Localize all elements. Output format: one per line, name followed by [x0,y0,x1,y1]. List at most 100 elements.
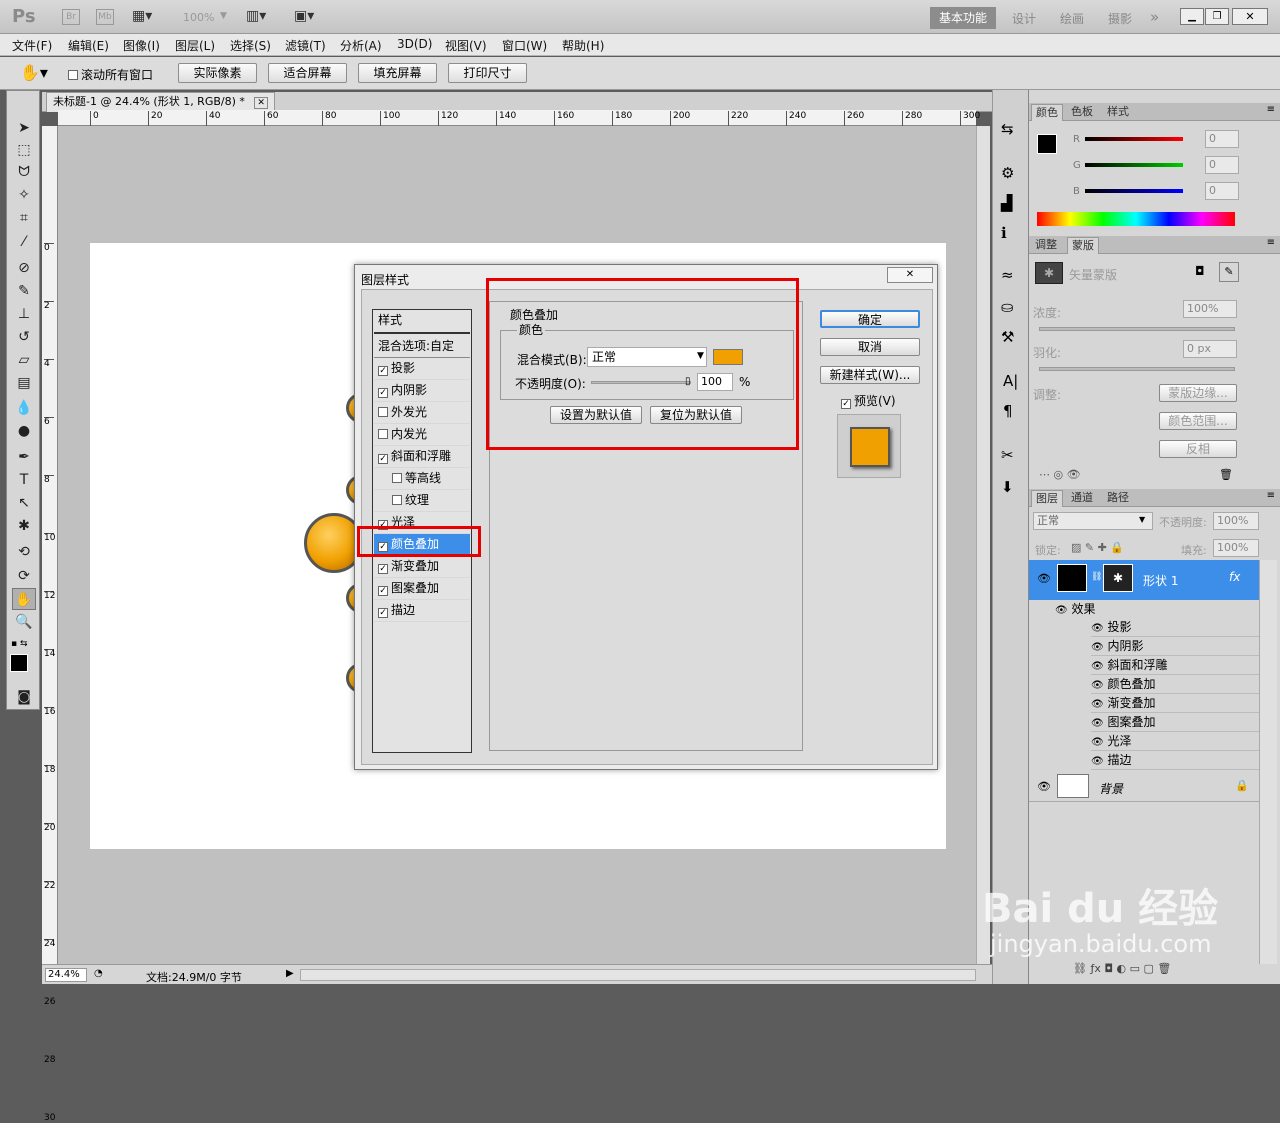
type-tool-icon[interactable]: T [12,469,36,491]
status-menu-arrow-icon[interactable]: ▶ [286,968,294,979]
quick-mask-icon[interactable]: ◙ [12,686,36,708]
checkbox-icon[interactable]: ✓ [378,608,388,618]
tab-paths[interactable]: 路径 [1103,490,1133,507]
shape-tool-icon[interactable]: ✱ [12,515,36,537]
tab-masks[interactable]: 蒙版 [1067,237,1099,254]
style-item-gradient-overlay[interactable]: ✓ 渐变叠加 [374,556,470,578]
eyedropper-icon[interactable]: ⁄ [12,231,36,253]
workspace-photography[interactable]: 摄影 [1108,10,1132,27]
menu-3d[interactable]: 3D(D) [397,37,432,51]
cancel-button[interactable]: 取消 [820,338,920,356]
crop-tool-icon[interactable]: ⌗ [12,207,36,229]
checkbox-icon[interactable] [378,407,388,417]
menu-window[interactable]: 窗口(W) [502,37,547,54]
preview-checkbox[interactable]: ✓ 预览(V) [841,392,896,409]
eye-icon[interactable]: 👁 [1037,572,1051,585]
workspace-essentials[interactable]: 基本功能 [930,7,996,29]
layer-row-shape[interactable]: 👁 ⛓ ✱ 形状 1 fx [1029,560,1259,600]
channel-r-value[interactable]: 0 [1205,130,1239,148]
hand-tool-icon[interactable]: ✋▾ [20,63,48,82]
stamp-tool-icon[interactable]: ⊥ [12,303,36,325]
history-icon[interactable]: ⇆ [1001,120,1014,138]
delete-mask-icon[interactable]: 🗑 [1219,468,1233,481]
fill-screen-button[interactable]: 填充屏幕 [358,63,437,83]
style-item-outer-glow[interactable]: 外发光 [374,402,470,424]
effect-row[interactable]: 👁 斜面和浮雕 [1091,656,1259,675]
mask-selection-icon[interactable]: ⋯ ◎ 👁 [1039,468,1081,481]
tool-presets-icon[interactable]: ⚒ [1001,328,1014,346]
3d-orbit-icon[interactable]: ⟳ [12,565,36,587]
character-icon[interactable]: A| [1003,372,1018,390]
mini-bridge-icon[interactable]: Mb [96,9,114,25]
vector-mask-icon[interactable]: ✎ [1219,262,1239,282]
tab-layers[interactable]: 图层 [1031,490,1063,507]
layer-blend-mode-select[interactable]: 正常 [1033,512,1153,530]
default-colors-icon[interactable]: ▪ ⇆ [11,639,28,649]
channel-b-slider[interactable] [1085,189,1183,193]
panel-menu-icon[interactable]: ≡ [1267,237,1275,248]
new-style-button[interactable]: 新建样式(W)... [820,366,920,384]
layer-opacity-field[interactable]: 100% [1213,512,1259,530]
pixel-mask-icon[interactable]: ◘ [1195,264,1205,278]
density-field[interactable]: 100% [1183,300,1237,318]
eraser-tool-icon[interactable]: ▱ [12,349,36,371]
style-item-stroke[interactable]: ✓ 描边 [374,600,470,622]
marquee-tool-icon[interactable]: ⬚ [12,139,36,161]
ok-button[interactable]: 确定 [820,310,920,328]
feather-field[interactable]: 0 px [1183,340,1237,358]
brush-tool-icon[interactable]: ✎ [12,280,36,302]
effect-row[interactable]: 👁 投影 [1091,618,1259,637]
document-tab[interactable]: 未标题-1 @ 24.4% (形状 1, RGB/8) * ✕ [46,92,275,112]
lock-icons[interactable]: ▨ ✎ ✚ 🔒 [1071,541,1124,554]
eye-icon[interactable]: 👁 [1091,661,1104,672]
arrange-documents-icon[interactable]: ▥▾ [246,8,266,24]
print-size-button[interactable]: 打印尺寸 [448,63,527,83]
channel-g-value[interactable]: 0 [1205,156,1239,174]
scroll-all-windows-checkbox[interactable]: 滚动所有窗口 [68,66,153,83]
blur-tool-icon[interactable]: 💧 [12,397,36,419]
healing-brush-icon[interactable]: ⊘ [12,257,36,279]
checkbox-icon[interactable]: ✓ [378,454,388,464]
eye-icon[interactable]: 👁 [1091,680,1104,691]
eye-icon[interactable]: 👁 [1091,737,1104,748]
eye-icon[interactable]: 👁 [1055,605,1068,616]
workspace-more[interactable]: » [1150,8,1159,26]
paragraph-icon[interactable]: ¶ [1003,402,1013,420]
blend-options-item[interactable]: 混合选项:自定 [374,336,470,358]
menu-layer[interactable]: 图层(L) [175,37,215,54]
close-icon[interactable]: ✕ [887,267,933,283]
foreground-color-swatch[interactable] [10,654,28,672]
effect-row[interactable]: 👁 内阴影 [1091,637,1259,656]
effect-row[interactable]: 👁 渐变叠加 [1091,694,1259,713]
tab-color[interactable]: 颜色 [1031,104,1063,121]
close-tab-icon[interactable]: ✕ [254,97,268,109]
tab-channels[interactable]: 通道 [1067,490,1097,507]
histogram-icon[interactable]: ▟ [1001,194,1013,212]
channel-b-value[interactable]: 0 [1205,182,1239,200]
color-spectrum[interactable] [1037,212,1235,226]
eye-icon[interactable]: 👁 [1091,756,1104,767]
panel-menu-icon[interactable]: ≡ [1267,104,1275,115]
history-brush-icon[interactable]: ↺ [12,326,36,348]
menu-view[interactable]: 视图(V) [445,37,487,54]
fg-color-swatch[interactable] [1037,134,1057,154]
mask-edge-button[interactable]: 蒙版边缘... [1159,384,1237,402]
zoom-level-select[interactable]: 100% [183,11,214,24]
style-item-pattern-overlay[interactable]: ✓ 图案叠加 [374,578,470,600]
tab-swatches[interactable]: 色板 [1067,104,1097,121]
styles-header[interactable]: 样式 [374,310,470,334]
channel-r-slider[interactable] [1085,137,1183,141]
effect-row[interactable]: 👁 光泽 [1091,732,1259,751]
workspace-painting[interactable]: 绘画 [1060,10,1084,27]
view-extras-icon[interactable]: ▦▾ [132,8,152,24]
fit-screen-button[interactable]: 适合屏幕 [268,63,347,83]
dodge-tool-icon[interactable]: ● [12,420,36,442]
effects-row[interactable]: 👁 效果 [1055,600,1259,618]
brushes-icon[interactable]: ≈ [1001,266,1014,284]
eye-icon[interactable]: 👁 [1037,780,1051,793]
lasso-tool-icon[interactable]: ᗢ [12,161,36,183]
menu-analysis[interactable]: 分析(A) [340,37,382,54]
vertical-scrollbar[interactable] [976,126,990,964]
actual-pixels-button[interactable]: 实际像素 [178,63,257,83]
color-range-button[interactable]: 颜色范围... [1159,412,1237,430]
